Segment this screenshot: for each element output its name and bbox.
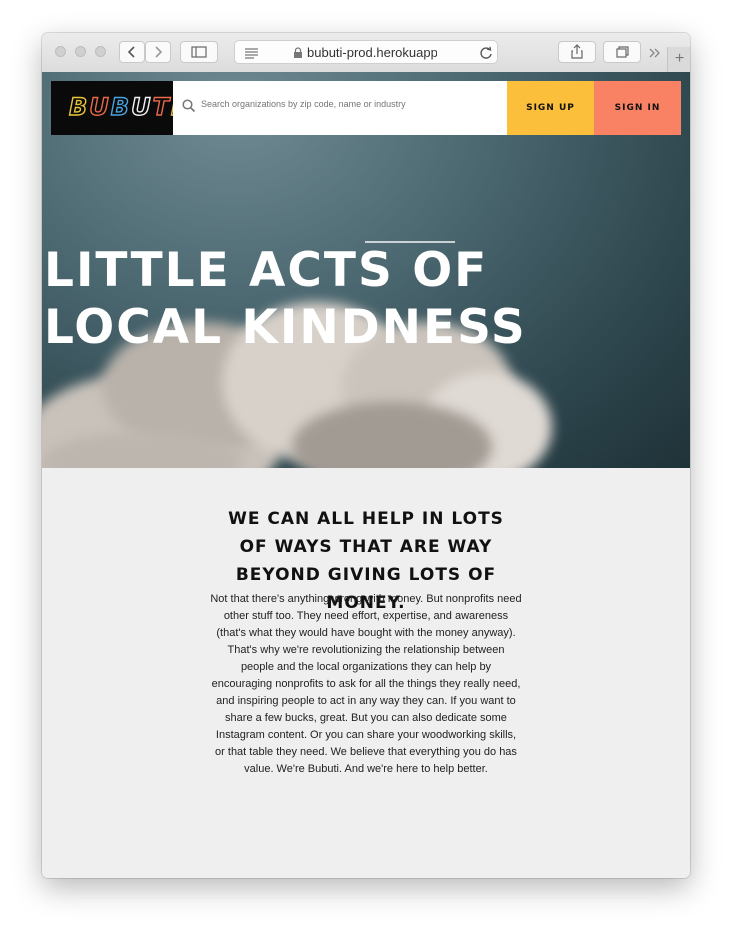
forward-button[interactable] [145,41,171,63]
sidebar-icon [191,46,207,58]
reader-icon[interactable] [244,46,260,60]
reload-icon[interactable] [479,46,493,60]
search-icon [182,99,196,113]
intro-paragraph: Not that there's anything wrong with mon… [210,593,522,775]
new-tab-icon: + [674,50,685,67]
logo-letters: BUBUTI [68,92,182,121]
share-icon [571,44,583,59]
intro-section: WE CAN ALL HELP IN LOTS OF WAYS THAT ARE… [42,468,690,878]
hero-title: LITTLE ACTS OF LOCAL KINDNESS [44,243,527,355]
tabs-button[interactable] [603,41,641,63]
address-bar[interactable]: bubuti-prod.herokuapp [234,40,498,64]
hero-section: LITTLE ACTS OF LOCAL KINDNESS BUBUTI SIG… [42,72,690,468]
bubuti-logo[interactable]: BUBUTI [51,81,181,135]
lock-icon [294,47,302,58]
new-tab-button[interactable]: + [667,47,690,72]
url-text: bubuti-prod.herokuapp [307,45,437,60]
search-bar [173,81,507,135]
browser-window: bubuti-prod.herokuapp + LITTLE ACTS OF L… [42,33,690,878]
sign-up-button[interactable]: SIGN UP [507,81,594,135]
more-icon[interactable] [648,46,662,60]
share-button[interactable] [558,41,596,63]
logo-letter: B [110,92,132,121]
back-icon [127,46,135,58]
close-window-button[interactable] [55,46,66,57]
back-button[interactable] [119,41,145,63]
logo-letter: U [130,92,153,121]
search-input[interactable] [199,98,503,110]
sidebar-button[interactable] [180,41,218,63]
site-navbar: BUBUTI SIGN UP SIGN IN [51,81,681,135]
zoom-window-button[interactable] [95,46,106,57]
forward-icon [155,46,163,58]
browser-toolbar: bubuti-prod.herokuapp + [42,33,690,73]
logo-text: BUBUTI [68,92,182,121]
minimize-window-button[interactable] [75,46,86,57]
logo-letter: B [68,92,90,121]
logo-letter: U [89,92,111,121]
sign-in-button[interactable]: SIGN IN [594,81,681,135]
logo-letter: T [152,92,171,121]
tabs-icon [616,46,629,58]
